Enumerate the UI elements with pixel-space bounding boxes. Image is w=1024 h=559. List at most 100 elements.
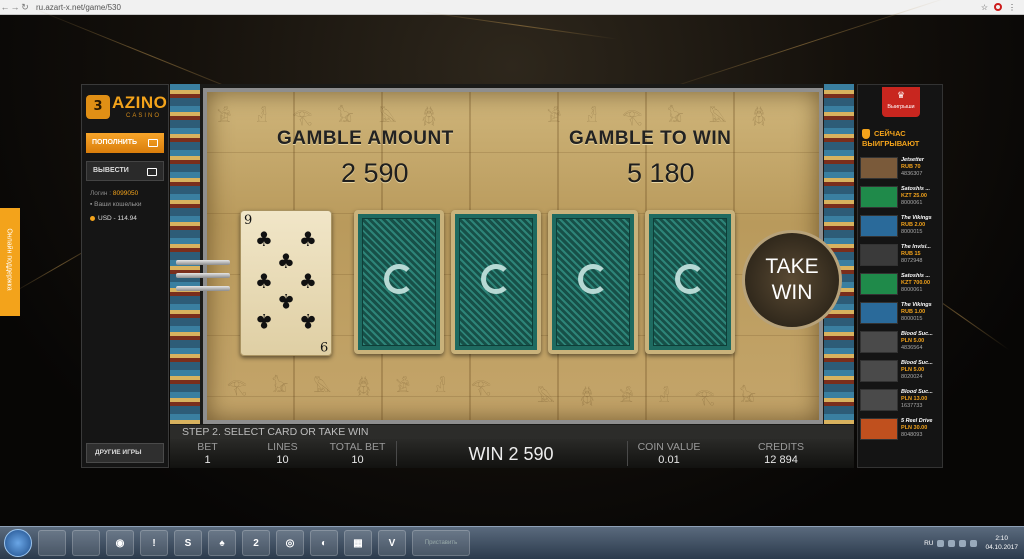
revealed-card: 9 9 ♣♣ ♣♣ ♣ ♣♣ ♣ ♣ bbox=[240, 210, 332, 356]
win-user: 8020024 bbox=[901, 374, 923, 380]
wallet-icon bbox=[148, 139, 158, 147]
recent-win-item[interactable]: The Invisi... RUB 15 8072948 bbox=[860, 244, 942, 273]
menu-icon[interactable]: ⋮ bbox=[1008, 3, 1016, 12]
tray-icon[interactable] bbox=[937, 539, 945, 547]
recent-win-item[interactable]: Satoshis ... KZT 25.00 8000061 bbox=[860, 186, 942, 215]
deposit-button[interactable]: ПОПОЛНИТЬ bbox=[86, 133, 164, 153]
win-game-name: 5 Reel Drive bbox=[901, 418, 933, 424]
step-instruction: STEP 2. SELECT CARD OR TAKE WIN bbox=[170, 425, 854, 439]
recent-win-item[interactable]: 5 Reel Drive PLN 30.00 8048093 bbox=[860, 418, 942, 447]
start-button[interactable] bbox=[4, 529, 32, 557]
discord-icon[interactable]: ◐ bbox=[310, 530, 338, 556]
win-amount: PLN 5.00 bbox=[901, 367, 925, 373]
clock[interactable]: 2:10 04.10.2017 bbox=[985, 534, 1018, 552]
other-games-button[interactable]: ДРУГИЕ ИГРЫ bbox=[86, 443, 164, 463]
chrome-icon[interactable]: ◉ bbox=[106, 530, 134, 556]
recent-win-item[interactable]: Jetsetter RUB 70 4836307 bbox=[860, 157, 942, 186]
lines-display[interactable]: LINES 10 bbox=[250, 439, 315, 468]
game-area: 𓀀 𓁐 𓂀 𓃠 𓅓 𓆣 𓀀 𓁐 𓂀 𓃠 𓅓 𓆣 𓂀 𓃠 𓅓 𓆣 𓀀 𓁐 𓂀 𓅓 … bbox=[170, 84, 854, 468]
tray-icon[interactable] bbox=[959, 539, 967, 547]
win-amount: PLN 5.00 bbox=[901, 338, 925, 344]
menu-icon[interactable] bbox=[176, 260, 230, 300]
face-down-card-4[interactable] bbox=[645, 210, 735, 354]
browser-toolbar: ← → ↻ ru.azart-x.net/game/530 ☆ ⋮ bbox=[0, 0, 1024, 15]
winnings-badge[interactable]: Выигрыши bbox=[882, 75, 920, 117]
game-thumbnail[interactable] bbox=[860, 331, 898, 353]
win-game-name: Jetsetter bbox=[901, 157, 924, 163]
recent-win-item[interactable]: Blood Suc... PLN 5.00 4836564 bbox=[860, 331, 942, 360]
volume-icon[interactable] bbox=[970, 539, 978, 547]
recent-wins-list: Jetsetter RUB 70 4836307 Satoshis ... KZT 25… bbox=[860, 157, 942, 447]
win-game-name: Blood Suc... bbox=[901, 331, 933, 337]
take-win-button[interactable]: TAKE WIN bbox=[742, 230, 842, 330]
online-support-tab[interactable]: Онлайн поддержка bbox=[0, 208, 20, 316]
app-icon-7[interactable]: V bbox=[378, 530, 406, 556]
recent-win-item[interactable]: The Vikings RUB 2.00 8000015 bbox=[860, 215, 942, 244]
game-thumbnail[interactable] bbox=[860, 418, 898, 440]
win-game-name: Satoshis ... bbox=[901, 186, 931, 192]
app-icon-1[interactable] bbox=[38, 530, 66, 556]
bottom-bar: BET 1 LINES 10 TOTAL BET 10 WIN 2 590 COIN … bbox=[170, 439, 854, 468]
win-user: 8072948 bbox=[901, 258, 923, 264]
left-pillar bbox=[170, 84, 200, 424]
game-thumbnail[interactable] bbox=[860, 273, 898, 295]
app-icon-4[interactable]: ♠ bbox=[208, 530, 236, 556]
wallet-icon bbox=[147, 168, 157, 176]
win-amount: RUB 1.00 bbox=[901, 309, 926, 315]
win-game-name: Satoshis ... bbox=[901, 273, 931, 279]
win-amount: RUB 15 bbox=[901, 251, 921, 257]
withdraw-button[interactable]: ВЫВЕСТИ bbox=[86, 161, 164, 181]
app-icon-6[interactable]: ▦ bbox=[344, 530, 372, 556]
recent-win-item[interactable]: The Vikings RUB 1.00 8000015 bbox=[860, 302, 942, 331]
win-game-name: Blood Suc... bbox=[901, 389, 933, 395]
language-indicator[interactable]: RU bbox=[924, 540, 933, 547]
game-thumbnail[interactable] bbox=[860, 215, 898, 237]
taskbar-window[interactable]: Приставить bbox=[412, 530, 470, 556]
win-user: 8000061 bbox=[901, 200, 923, 206]
forward-icon[interactable]: → bbox=[10, 2, 20, 12]
opera-icon[interactable] bbox=[994, 3, 1002, 11]
credits-display: CREDITS 12 894 bbox=[757, 441, 805, 466]
left-panel: 3 AZINO CASINO ПОПОЛНИТЬ ВЫВЕСТИ Логин :… bbox=[81, 84, 169, 468]
game-thumbnail[interactable] bbox=[860, 389, 898, 411]
win-game-name: The Vikings bbox=[901, 215, 932, 221]
game-thumbnail[interactable] bbox=[860, 186, 898, 208]
bet-display[interactable]: BET 1 bbox=[180, 439, 235, 468]
tray-icon[interactable] bbox=[948, 539, 956, 547]
win-amount: RUB 70 bbox=[901, 164, 921, 170]
casino-logo[interactable]: 3 AZINO CASINO bbox=[86, 91, 167, 125]
bookmark-star-icon[interactable]: ☆ bbox=[981, 3, 988, 12]
game-thumbnail[interactable] bbox=[860, 244, 898, 266]
game-thumbnail[interactable] bbox=[860, 360, 898, 382]
steam-icon[interactable]: ◎ bbox=[276, 530, 304, 556]
recent-win-item[interactable]: Blood Suc... PLN 5.00 8020024 bbox=[860, 360, 942, 389]
win-user: 8000015 bbox=[901, 316, 923, 322]
taskbar: ◉ ! S ♠ 2 ◎ ◐ ▦ V Приставить RU 2:10 04.… bbox=[0, 526, 1024, 559]
coin-value-display[interactable]: COIN VALUE 0.01 bbox=[628, 439, 710, 468]
now-winning-heading: СЕЙЧАС ВЫИГРЫВАЮТ bbox=[862, 129, 920, 148]
gamble-amount-label: GAMBLE AMOUNT bbox=[277, 128, 454, 149]
right-panel: Выигрыши СЕЙЧАС ВЫИГРЫВАЮТ JetsetterRUB … bbox=[857, 75, 943, 468]
face-down-card-1[interactable] bbox=[354, 210, 444, 354]
back-icon[interactable]: ← bbox=[0, 2, 10, 12]
game-thumbnail[interactable] bbox=[860, 302, 898, 324]
recent-win-item[interactable]: Blood Suc... PLN 13.00 1637733 bbox=[860, 389, 942, 418]
face-down-card-2[interactable] bbox=[451, 210, 541, 354]
win-game-name: The Invisi... bbox=[901, 244, 931, 250]
win-user: 8000015 bbox=[901, 229, 923, 235]
app-icon-3[interactable]: ! bbox=[140, 530, 168, 556]
address-bar[interactable]: ru.azart-x.net/game/530 bbox=[36, 3, 121, 12]
win-amount: RUB 2.00 bbox=[901, 222, 926, 228]
face-down-card-3[interactable] bbox=[548, 210, 638, 354]
app-icon-5[interactable]: 2 bbox=[242, 530, 270, 556]
app-icon-2[interactable] bbox=[72, 530, 100, 556]
wallets-link[interactable]: ▪ Ваши кошельки bbox=[90, 201, 142, 208]
win-game-name: The Vikings bbox=[901, 302, 932, 308]
game-thumbnail[interactable] bbox=[860, 157, 898, 179]
win-user: 1637733 bbox=[901, 403, 923, 409]
login-info: Логин : 8099050 bbox=[90, 190, 139, 197]
recent-win-item[interactable]: Satoshis ... KZT 700.00 8000061 bbox=[860, 273, 942, 302]
win-game-name: Blood Suc... bbox=[901, 360, 933, 366]
win-amount: KZT 700.00 bbox=[901, 280, 931, 286]
skype-icon[interactable]: S bbox=[174, 530, 202, 556]
